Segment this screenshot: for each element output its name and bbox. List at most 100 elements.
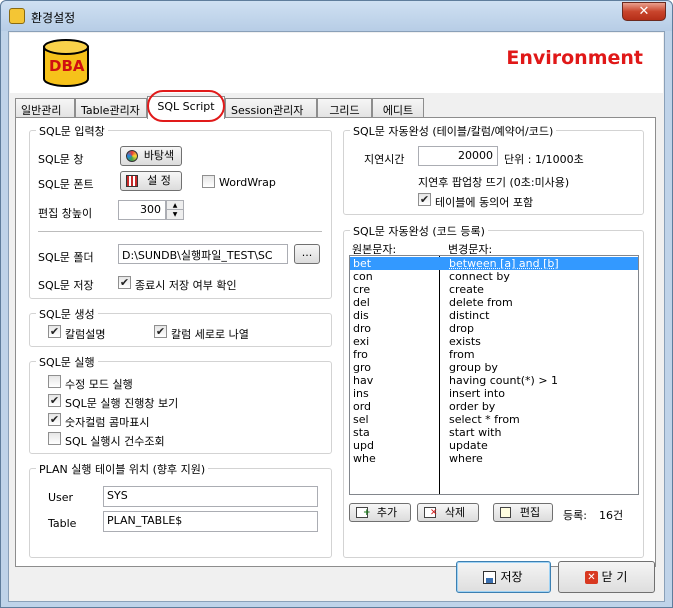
sql-font-label: SQL문 폰트	[38, 178, 94, 191]
code-list-row[interactable]: ord order by	[350, 400, 638, 413]
sql-input-group: SQL문 입력창 SQL문 창 바탕색 SQL문 폰트 설 정 WordWrap…	[29, 123, 332, 299]
save-button[interactable]: 저장	[456, 561, 551, 593]
code-list-row[interactable]: exi exists	[350, 335, 638, 348]
autocomplete-group-title: SQL문 자동완성 (테이블/칼럼/예약어/코드)	[350, 123, 557, 139]
code-target-cell: create	[449, 283, 484, 296]
code-list-row[interactable]: sel select * from	[350, 413, 638, 426]
sql-folder-input[interactable]: D:\SUNDB\실행파일_TEST\SC	[118, 244, 288, 264]
edit-code-label: 편집	[519, 506, 541, 519]
sql-create-group: SQL문 생성 ✔ 칼럼설명 ✔ 칼럼 세로로 나열	[29, 306, 332, 347]
edit-icon	[500, 507, 511, 518]
plan-group: PLAN 실행 테이블 위치 (향후 지원) User SYS Table PL…	[29, 461, 332, 558]
code-source-cell: hav	[353, 374, 374, 387]
plan-user-label: User	[48, 491, 74, 504]
tab-sql-script[interactable]: SQL Script	[147, 96, 225, 119]
code-list-row[interactable]: bet between [a] and [b]	[350, 257, 638, 270]
code-list-row[interactable]: cre create	[350, 283, 638, 296]
plan-table-label: Table	[48, 517, 77, 530]
client-area: DBA Environment 일반관리 Table관리자 SQL Script…	[8, 31, 665, 602]
plan-table-input[interactable]: PLAN_TABLE$	[103, 511, 318, 532]
add-icon: +	[356, 507, 371, 518]
close-button[interactable]: ✕ 닫 기	[558, 561, 655, 593]
stepper-down-icon[interactable]: ▼	[167, 210, 183, 219]
code-source-cell: dro	[353, 322, 371, 335]
code-list-row[interactable]: upd update	[350, 439, 638, 452]
code-target-cell: connect by	[449, 270, 510, 283]
font-settings-button[interactable]: 설 정	[120, 171, 182, 191]
code-list-row[interactable]: con connect by	[350, 270, 638, 283]
title-bar[interactable]: 환경설정 ✕	[1, 1, 672, 31]
include-alias-checkbox[interactable]: ✔	[418, 193, 431, 206]
code-registration-group: SQL문 자동완성 (코드 등록) 원본문자: 변경문자: bet between…	[343, 223, 644, 558]
delay-label: 지연시간	[364, 153, 405, 166]
tab-editor[interactable]: 에디트	[372, 98, 424, 118]
column-comment-label: 칼럼설명	[65, 328, 106, 341]
logo-text: DBA	[49, 57, 85, 75]
close-icon: ✕	[585, 571, 598, 584]
sql-exec-group: SQL문 실행 수정 모드 실행 ✔ SQL문 실행 진행창 보기 ✔ 숫자컬럼…	[29, 354, 332, 454]
registered-count-value: 16건	[599, 509, 624, 522]
row-count-checkbox[interactable]	[48, 432, 61, 445]
delay-input[interactable]: 20000	[418, 146, 498, 166]
registered-count-label: 등록:	[563, 509, 587, 522]
row-count-label: SQL 실행시 건수조회	[65, 435, 165, 448]
sql-exec-group-title: SQL문 실행	[36, 354, 98, 370]
delay-unit-label: 단위 : 1/1000초	[504, 153, 584, 166]
save-confirm-checkbox[interactable]: ✔	[118, 276, 131, 289]
sql-window-label: SQL문 창	[38, 153, 84, 166]
code-target-cell: between [a] and [b]	[449, 257, 559, 270]
column-vertical-checkbox[interactable]: ✔	[154, 325, 167, 338]
code-list[interactable]: bet between [a] and [b] con connect by cre cr…	[349, 255, 639, 495]
code-list-row[interactable]: dro drop	[350, 322, 638, 335]
number-comma-checkbox[interactable]: ✔	[48, 413, 61, 426]
tab-grid[interactable]: 그리드	[317, 98, 372, 118]
code-list-row[interactable]: sta start with	[350, 426, 638, 439]
wordwrap-label: WordWrap	[219, 176, 276, 189]
delete-icon: ✕	[424, 507, 438, 518]
code-list-row[interactable]: del delete from	[350, 296, 638, 309]
font-icon	[126, 175, 138, 187]
code-source-cell: fro	[353, 348, 368, 361]
plan-user-input[interactable]: SYS	[103, 486, 318, 507]
code-source-cell: bet	[353, 257, 372, 270]
code-source-cell: sta	[353, 426, 370, 439]
close-label: 닫 기	[601, 570, 628, 584]
save-icon	[483, 571, 496, 584]
code-target-cell: exists	[449, 335, 481, 348]
code-list-row[interactable]: gro group by	[350, 361, 638, 374]
code-target-cell: where	[449, 452, 483, 465]
window-close-button[interactable]: ✕	[622, 2, 666, 21]
wordwrap-checkbox[interactable]	[202, 175, 215, 188]
column-comment-checkbox[interactable]: ✔	[48, 325, 61, 338]
edit-code-button[interactable]: 편집	[493, 503, 553, 522]
delete-code-button[interactable]: ✕ 삭제	[417, 503, 479, 522]
code-list-row[interactable]: whe where	[350, 452, 638, 465]
code-target-cell: start with	[449, 426, 502, 439]
add-code-button[interactable]: + 추가	[349, 503, 411, 522]
code-target-cell: update	[449, 439, 488, 452]
code-list-row[interactable]: ins insert into	[350, 387, 638, 400]
stepper-up-icon[interactable]: ▲	[167, 201, 183, 210]
tab-session-manager[interactable]: Session관리자	[225, 98, 317, 118]
edit-mode-checkbox[interactable]	[48, 375, 61, 388]
code-target-cell: insert into	[449, 387, 505, 400]
code-list-row[interactable]: fro from	[350, 348, 638, 361]
browse-folder-button[interactable]: ...	[294, 244, 320, 264]
progress-window-checkbox[interactable]: ✔	[48, 394, 61, 407]
sql-input-group-title: SQL문 입력창	[36, 123, 108, 139]
edit-height-stepper[interactable]: ▲ ▼	[166, 200, 184, 220]
background-color-label: 바탕색	[143, 149, 175, 162]
code-source-cell: del	[353, 296, 370, 309]
column-vertical-label: 칼럼 세로로 나열	[171, 328, 249, 341]
tab-general[interactable]: 일반관리	[15, 98, 75, 118]
sql-script-panel: SQL문 입력창 SQL문 창 바탕색 SQL문 폰트 설 정 WordWrap…	[15, 117, 656, 567]
code-target-cell: from	[449, 348, 475, 361]
tab-table-manager[interactable]: Table관리자	[75, 98, 147, 118]
background-color-button[interactable]: 바탕색	[120, 146, 182, 166]
save-confirm-label: 종료시 저장 여부 확인	[135, 279, 237, 292]
code-source-cell: upd	[353, 439, 374, 452]
code-list-row[interactable]: dis distinct	[350, 309, 638, 322]
edit-height-input[interactable]: 300	[118, 200, 166, 220]
code-list-row[interactable]: hav having count(*) > 1	[350, 374, 638, 387]
code-target-cell: delete from	[449, 296, 513, 309]
